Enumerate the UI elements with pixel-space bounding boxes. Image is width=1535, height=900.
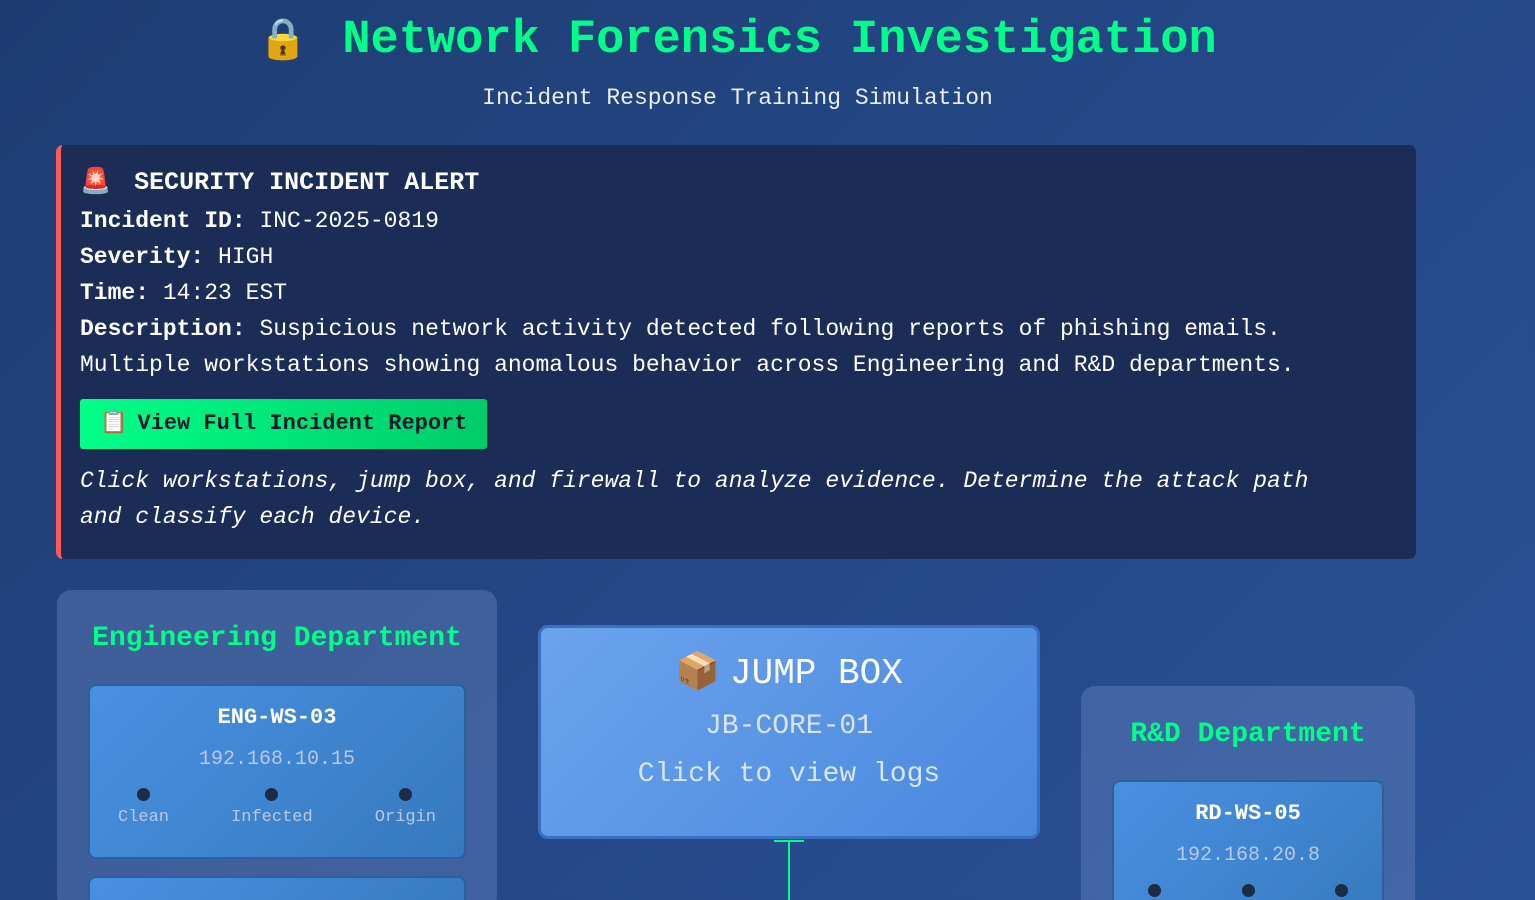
- classify-clean-option[interactable]: Clean: [118, 788, 169, 828]
- classify-clean-option[interactable]: [1148, 884, 1161, 897]
- view-incident-report-button[interactable]: 📋 View Full Incident Report: [80, 399, 488, 449]
- description-text-1: Suspicious network activity detected fol…: [259, 316, 1281, 342]
- rd-department-title: R&D Department: [1130, 719, 1366, 750]
- incident-id-value: INC-2025-0819: [259, 208, 439, 234]
- classification-options: [1114, 884, 1382, 897]
- infected-radio[interactable]: [265, 788, 279, 801]
- page-title-text: Network Forensics Investigation: [342, 14, 1217, 67]
- severity-label: Severity:: [80, 244, 205, 270]
- classify-origin-option[interactable]: Origin: [375, 788, 436, 828]
- instructions-line-2: and classify each device.: [80, 504, 426, 530]
- infected-label: Infected: [231, 808, 313, 827]
- siren-icon: 🚨: [80, 168, 112, 197]
- origin-label: Origin: [374, 808, 436, 827]
- instructions-line-1: Click workstations, jump box, and firewa…: [80, 468, 1309, 494]
- classify-origin-option[interactable]: [1335, 884, 1348, 897]
- severity-row: Severity: HIGH: [80, 239, 1397, 275]
- classify-infected-option[interactable]: Infected: [231, 788, 313, 828]
- page-header: 🔒 Network Forensics Investigation Incide…: [0, 0, 1475, 112]
- page-subtitle: Incident Response Training Simulation: [482, 85, 993, 111]
- instructions: Click workstations, jump box, and firewa…: [80, 463, 1397, 535]
- jump-box-id: JB-CORE-01: [704, 711, 874, 742]
- jump-box-title-text: JUMP BOX: [730, 653, 903, 694]
- origin-radio[interactable]: [398, 788, 412, 801]
- engineering-department-panel: Engineering Department ENG-WS-03 192.168…: [57, 590, 497, 900]
- origin-radio[interactable]: [1335, 884, 1348, 897]
- clean-radio[interactable]: [1148, 884, 1161, 897]
- time-label: Time:: [80, 280, 150, 306]
- incident-id-label: Incident ID:: [80, 208, 246, 234]
- severity-value: HIGH: [218, 244, 274, 270]
- workstation-ip: 192.168.20.8: [1175, 844, 1321, 867]
- incident-alert-panel: 🚨 SECURITY INCIDENT ALERT Incident ID: I…: [56, 145, 1416, 559]
- workstation-name: RD-WS-05: [1195, 801, 1301, 826]
- rd-department-panel: R&D Department RD-WS-05 192.168.20.8: [1081, 686, 1415, 900]
- workstation-name: ENG-WS-03: [217, 705, 337, 730]
- package-icon: 📦: [675, 653, 720, 694]
- lock-icon: 🔒: [258, 20, 309, 65]
- jump-box-hint: Click to view logs: [637, 759, 941, 790]
- clean-label: Clean: [118, 808, 170, 827]
- time-value: 14:23 EST: [162, 280, 288, 306]
- jump-box-card[interactable]: 📦 JUMP BOX JB-CORE-01 Click to view logs: [538, 625, 1040, 839]
- report-button-label: View Full Incident Report: [137, 411, 468, 436]
- incident-id-row: Incident ID: INC-2025-0819: [80, 203, 1397, 239]
- classify-infected-option[interactable]: [1241, 884, 1255, 897]
- alert-title-text: SECURITY INCIDENT ALERT: [134, 168, 480, 197]
- workstation-ip: 192.168.10.15: [198, 748, 356, 771]
- infected-radio[interactable]: [1241, 884, 1255, 897]
- time-row: Time: 14:23 EST: [80, 275, 1397, 311]
- alert-title: 🚨 SECURITY INCIDENT ALERT: [80, 167, 1397, 199]
- clipboard-icon: 📋: [100, 411, 128, 436]
- jump-box-title: 📦 JUMP BOX: [541, 652, 1037, 696]
- workstation-eng-ws-03[interactable]: ENG-WS-03 192.168.10.15 Clean Infected O…: [88, 684, 466, 859]
- classification-options: Clean Infected Origin: [90, 788, 464, 828]
- connection-line: [788, 840, 790, 900]
- description-text-2: Multiple workstations showing anomalous …: [80, 352, 1295, 378]
- workstation-rd-ws-05[interactable]: RD-WS-05 192.168.20.8: [1112, 780, 1384, 900]
- description-label: Description:: [80, 316, 246, 342]
- clean-radio[interactable]: [137, 788, 150, 801]
- engineering-department-title: Engineering Department: [92, 623, 462, 654]
- workstation-card-partial[interactable]: [88, 876, 466, 900]
- page-title: 🔒 Network Forensics Investigation: [0, 14, 1475, 70]
- description-row: Description: Suspicious network activity…: [80, 311, 1397, 347]
